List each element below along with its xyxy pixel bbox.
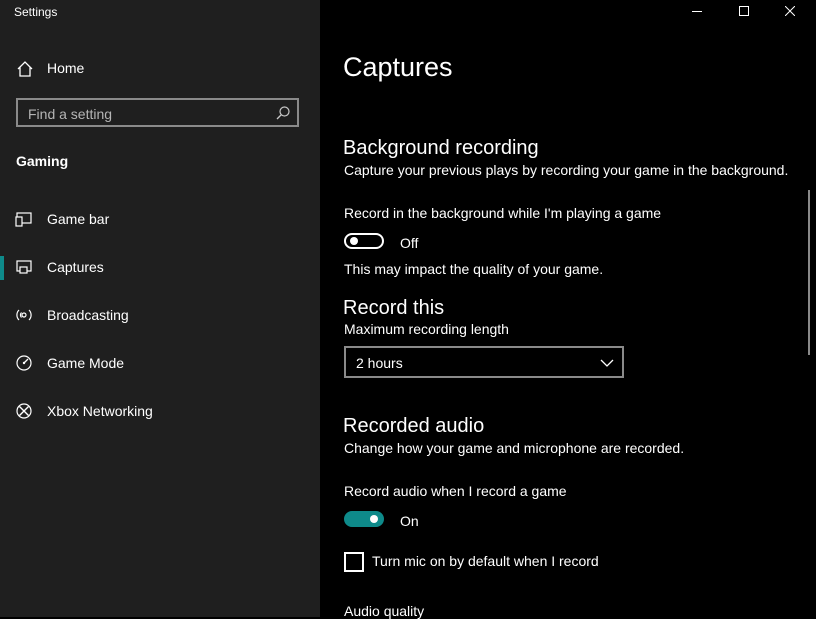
sidebar-item-label: Home bbox=[47, 60, 85, 76]
dropdown-caption: Maximum recording length bbox=[344, 321, 509, 337]
section-title-record-this: Record this bbox=[343, 297, 445, 319]
game-mode-icon bbox=[15, 354, 33, 372]
section-description: Change how your game and microphone are … bbox=[344, 440, 685, 456]
toggle-state-label: On bbox=[400, 513, 419, 529]
search-input[interactable]: Find a setting bbox=[16, 98, 299, 127]
selection-indicator bbox=[0, 256, 4, 280]
broadcasting-icon bbox=[15, 306, 33, 324]
sidebar-item-broadcasting[interactable]: Broadcasting bbox=[0, 296, 320, 336]
sidebar-item-game-mode[interactable]: Game Mode bbox=[0, 344, 320, 384]
background-recording-toggle[interactable] bbox=[344, 233, 384, 249]
toggle-knob bbox=[350, 237, 358, 245]
section-title-recorded-audio: Recorded audio bbox=[343, 415, 485, 437]
checkbox-label: Turn mic on by default when I record bbox=[372, 553, 599, 569]
sidebar-item-game-bar[interactable]: Game bar bbox=[0, 200, 320, 240]
window-title: Settings bbox=[14, 5, 58, 19]
sidebar-item-captures[interactable]: Captures bbox=[0, 248, 320, 288]
recording-length-dropdown[interactable]: 2 hours bbox=[344, 346, 624, 378]
dropdown-value: 2 hours bbox=[356, 355, 403, 371]
toggle-caption: Record in the background while I'm playi… bbox=[344, 205, 662, 221]
mic-default-checkbox[interactable] bbox=[344, 552, 364, 572]
toggle-state-label: Off bbox=[400, 235, 419, 251]
scrollbar[interactable] bbox=[808, 190, 810, 355]
home-icon bbox=[16, 60, 34, 78]
section-title-background-recording: Background recording bbox=[343, 137, 539, 159]
record-audio-toggle[interactable] bbox=[344, 511, 384, 527]
sidebar-item-home[interactable]: Home bbox=[0, 52, 320, 84]
toggle-knob bbox=[370, 515, 378, 523]
toggle-caption: Record audio when I record a game bbox=[344, 483, 567, 499]
search-icon[interactable] bbox=[275, 105, 291, 121]
sidebar-item-xbox-networking[interactable]: Xbox Networking bbox=[0, 392, 320, 432]
main-content: Captures Background recording Capture yo… bbox=[320, 0, 816, 619]
search-placeholder: Find a setting bbox=[28, 106, 113, 122]
sidebar-item-label: Xbox Networking bbox=[47, 403, 153, 419]
captures-icon bbox=[15, 258, 33, 276]
page-title: Captures bbox=[343, 52, 453, 82]
chevron-down-icon bbox=[600, 356, 614, 370]
sidebar: Settings Home Find a setting Gaming Game… bbox=[0, 0, 320, 617]
impact-note: This may impact the quality of your game… bbox=[344, 261, 604, 277]
sidebar-item-label: Game bar bbox=[47, 211, 110, 227]
game-bar-icon bbox=[15, 210, 33, 228]
sidebar-item-label: Captures bbox=[47, 259, 104, 275]
sidebar-group-title: Gaming bbox=[16, 153, 69, 169]
xbox-icon bbox=[15, 402, 33, 420]
sidebar-item-label: Broadcasting bbox=[47, 307, 129, 323]
section-description: Capture your previous plays by recording… bbox=[344, 162, 789, 178]
sidebar-item-label: Game Mode bbox=[47, 355, 125, 371]
